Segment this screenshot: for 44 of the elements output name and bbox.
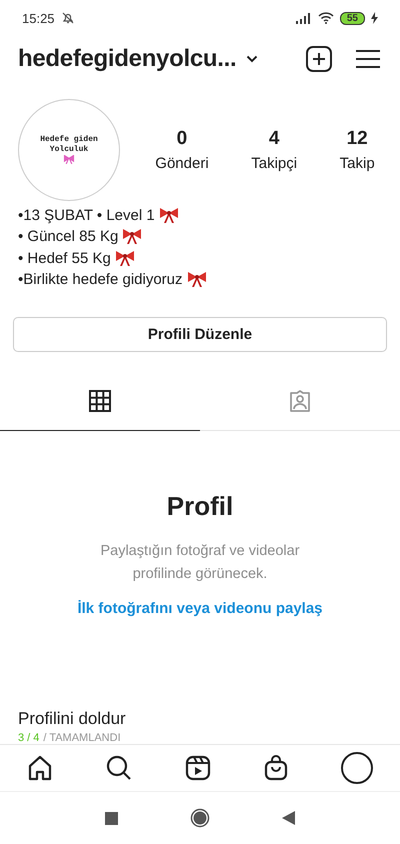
recent-apps-icon[interactable]	[105, 812, 118, 825]
complete-profile-title: Profilini doldur	[18, 709, 127, 730]
back-icon[interactable]	[282, 811, 295, 826]
grid-icon	[89, 390, 111, 412]
ribbon-icon	[114, 250, 135, 267]
muted-bell-icon	[60, 11, 75, 26]
wifi-icon	[318, 12, 334, 24]
stat-label[interactable]: Takipçi	[251, 154, 298, 172]
edit-profile-button[interactable]: Profili Düzenle	[13, 316, 387, 352]
username[interactable]: hedefegidenyolcu...	[18, 45, 236, 74]
ribbon-icon	[122, 228, 142, 246]
stat-label[interactable]: Gönderi	[155, 154, 209, 172]
stat-count[interactable]: 4	[268, 128, 280, 150]
empty-state-description: Paylaştığın fotoğraf ve videolar profilinde görünecek.	[99, 542, 301, 584]
stat-label[interactable]: Takip	[340, 154, 375, 172]
bio-line: • Hedef 55 Kg	[18, 250, 111, 267]
status-time: 15:25	[22, 10, 55, 26]
signal-icon	[296, 12, 312, 24]
charging-icon	[371, 12, 378, 24]
bio-line: •Birlikte hedefe gidiyoruz	[18, 271, 183, 288]
progress-count: 3 / 4	[18, 732, 40, 744]
bio-line: • Güncel 85 Kg	[18, 228, 118, 246]
add-icon[interactable]	[306, 46, 332, 72]
stat-count[interactable]: 0	[176, 128, 188, 150]
shopping-bag-icon[interactable]	[264, 755, 288, 782]
home-icon[interactable]	[26, 755, 53, 782]
battery-indicator: 55	[340, 12, 365, 25]
progress-status: / TAMAMLANDI	[43, 732, 121, 744]
home-circle-icon[interactable]	[190, 808, 210, 828]
chevron-down-icon[interactable]	[246, 55, 258, 64]
bio-line: •13 ŞUBAT • Level 1	[18, 206, 155, 224]
search-icon[interactable]	[106, 755, 132, 782]
profile-avatar-icon[interactable]	[341, 752, 374, 784]
ribbon-icon	[63, 155, 75, 164]
avatar-text: Hedefe giden Yolculuk	[39, 135, 99, 155]
stat-count[interactable]: 12	[346, 128, 368, 150]
ribbon-icon	[158, 206, 179, 224]
ribbon-icon	[186, 271, 207, 288]
empty-state-title: Profil	[166, 491, 234, 522]
video-play-icon[interactable]	[184, 755, 211, 782]
profile-avatar[interactable]: Hedefe giden Yolculuk	[18, 98, 120, 200]
share-first-photo-link[interactable]: İlk fotoğrafını veya videonu paylaş	[77, 600, 323, 618]
menu-icon[interactable]	[356, 49, 380, 70]
tagged-person-icon	[288, 389, 312, 414]
